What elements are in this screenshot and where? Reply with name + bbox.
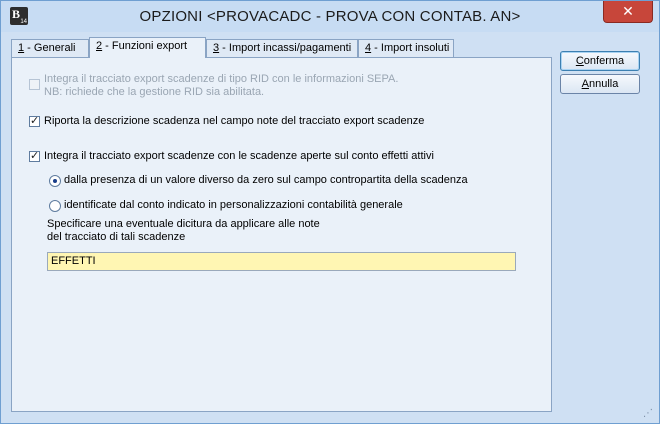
radio-conto[interactable]: [49, 200, 61, 212]
note-checkbox[interactable]: ✓: [29, 115, 40, 127]
note-checkbox-label: Riporta la descrizione scadenza nel camp…: [44, 115, 425, 127]
cancel-button-key: A: [581, 78, 589, 90]
confirm-button-label: onferma: [583, 55, 625, 67]
tab-import-insoluti-label: - Import insoluti: [371, 42, 450, 54]
radio-contropartita[interactable]: [49, 175, 61, 187]
check-icon: ✓: [30, 150, 40, 162]
cancel-button[interactable]: Annulla: [560, 74, 640, 94]
effetti-checkbox-label: Integra il tracciato export scadenze con…: [44, 150, 434, 162]
window-title: OPZIONI <PROVACADC - PROVA CON CONTAB. A…: [139, 8, 521, 25]
tab-generali-label: - Generali: [24, 42, 76, 54]
title-bar[interactable]: B 14 OPZIONI <PROVACADC - PROVA CON CONT…: [1, 1, 659, 32]
confirm-button-key: C: [575, 55, 584, 67]
radio-conto-label: identificate dal conto indicato in perso…: [64, 199, 403, 211]
sepa-checkbox-label: Integra il tracciato export scadenze di …: [44, 73, 399, 85]
close-button[interactable]: ✕: [603, 1, 653, 23]
confirm-button[interactable]: Conferma: [560, 51, 640, 71]
tab-import-incassi-label: - Import incassi/pagamenti: [219, 42, 352, 54]
tab-import-incassi[interactable]: 3 - Import incassi/pagamenti: [206, 39, 358, 57]
sepa-checkbox-note: NB: richiede che la gestione RID sia abi…: [44, 86, 265, 98]
tab-panel-funzioni-export: Integra il tracciato export scadenze di …: [11, 57, 552, 412]
tab-generali[interactable]: 1 - Generali: [11, 39, 89, 57]
effetti-checkbox[interactable]: ✓: [29, 150, 40, 162]
sepa-checkbox[interactable]: [29, 79, 40, 90]
close-icon: ✕: [622, 3, 634, 19]
dicitura-input[interactable]: EFFETTI: [47, 252, 516, 271]
options-window: B 14 OPZIONI <PROVACADC - PROVA CON CONT…: [0, 0, 660, 424]
tab-funzioni-export[interactable]: 2 - Funzioni export: [89, 37, 206, 58]
dicitura-label-line2: del tracciato di tali scadenze: [47, 231, 186, 243]
dicitura-label: Specificare una eventuale dicitura da ap…: [47, 218, 320, 230]
radio-contropartita-label: dalla presenza di un valore diverso da z…: [64, 174, 468, 186]
tab-import-insoluti[interactable]: 4 - Import insoluti: [358, 39, 454, 57]
resize-grip-icon[interactable]: ⋰: [643, 409, 655, 421]
check-icon: ✓: [30, 115, 40, 127]
tab-funzioni-export-label: - Funzioni export: [102, 40, 188, 52]
cancel-button-label: nnulla: [588, 78, 619, 90]
radio-selected-dot: [53, 179, 57, 183]
